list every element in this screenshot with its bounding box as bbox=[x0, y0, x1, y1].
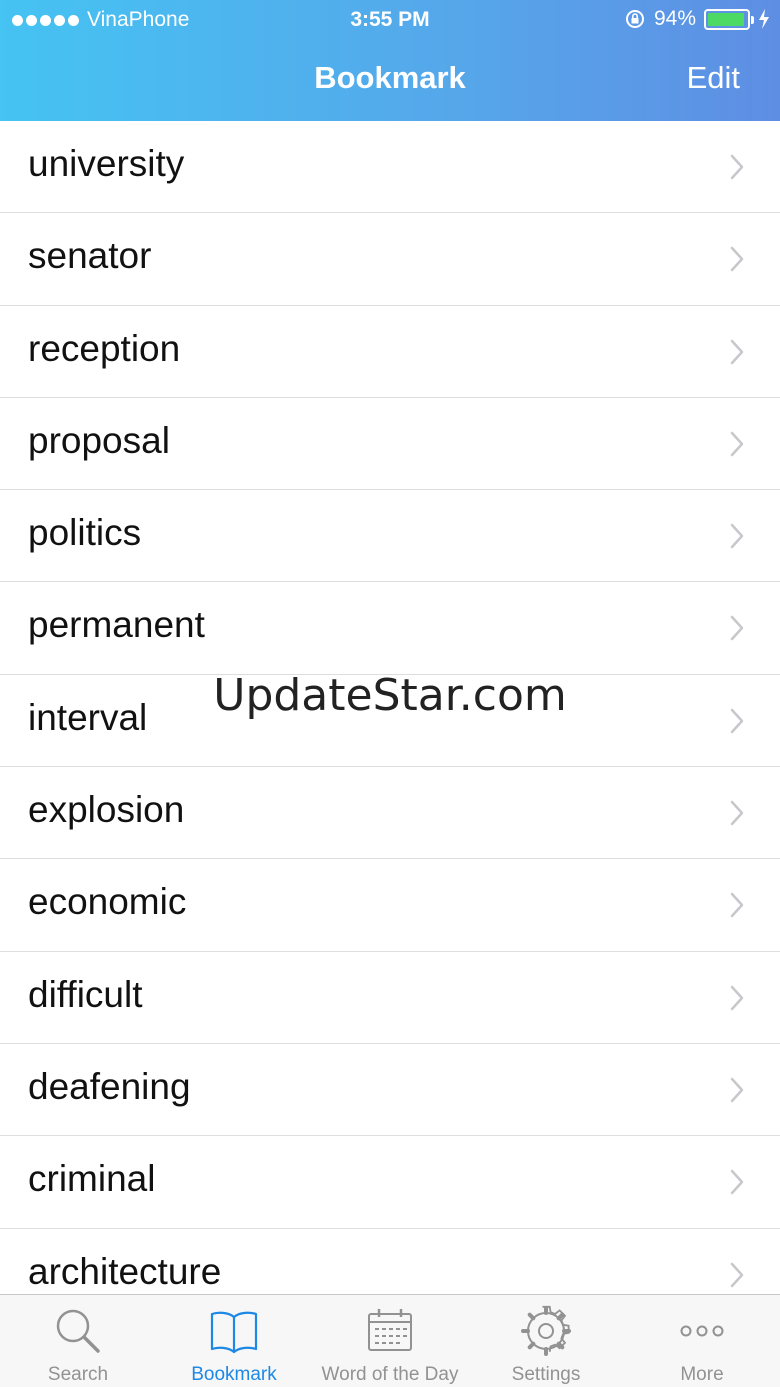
chevron-right-icon bbox=[730, 523, 744, 549]
chevron-right-icon bbox=[730, 893, 744, 918]
bookmark-row[interactable]: explosion bbox=[0, 767, 780, 860]
bookmark-word: politics bbox=[28, 512, 142, 554]
status-bar: VinaPhone 3:55 PM 94% bbox=[0, 0, 780, 40]
status-right: 94% bbox=[624, 7, 770, 31]
bookmark-row[interactable]: senator bbox=[0, 213, 780, 306]
chevron-right-icon bbox=[730, 616, 744, 641]
chevron-right-icon bbox=[730, 1170, 744, 1195]
chevron-right-icon bbox=[730, 339, 744, 364]
chevron-right-icon bbox=[730, 985, 744, 1010]
bookmark-word: reception bbox=[28, 327, 181, 369]
header: VinaPhone 3:55 PM 94% Bookmark Edit bbox=[0, 0, 780, 121]
chevron-right-icon bbox=[730, 431, 744, 457]
chevron-right-icon bbox=[730, 247, 744, 272]
bookmark-word: criminal bbox=[28, 1158, 156, 1200]
bookmark-row[interactable]: economic bbox=[0, 859, 780, 952]
bookmark-row[interactable]: architecture bbox=[0, 1229, 780, 1294]
battery-percent: 94% bbox=[653, 7, 696, 30]
bookmark-word: deafening bbox=[28, 1065, 191, 1107]
charging-icon bbox=[759, 9, 769, 29]
chevron-right-icon bbox=[730, 1077, 744, 1103]
calendar-icon bbox=[368, 1309, 412, 1351]
tab-label: Word of the Day bbox=[321, 1364, 459, 1385]
battery-icon bbox=[704, 8, 754, 30]
tab-label: Bookmark bbox=[191, 1364, 277, 1385]
tab-bar: Search Bookmark Word of the Day Settings… bbox=[0, 1294, 780, 1387]
search-icon bbox=[56, 1309, 100, 1353]
bookmark-word: interval bbox=[28, 696, 148, 738]
bookmark-row[interactable]: deafening bbox=[0, 1044, 780, 1137]
bookmark-word: architecture bbox=[28, 1250, 222, 1292]
chevron-right-icon bbox=[730, 1262, 744, 1287]
tab-label: Search bbox=[47, 1364, 109, 1385]
tab-bookmark[interactable]: Bookmark bbox=[156, 1295, 312, 1387]
bookmark-row[interactable]: university bbox=[0, 121, 780, 214]
book-icon bbox=[210, 1311, 258, 1354]
more-icon bbox=[680, 1325, 724, 1337]
chevron-right-icon bbox=[730, 800, 744, 826]
tab-more[interactable]: More bbox=[624, 1295, 780, 1387]
bookmark-row[interactable]: permanent bbox=[0, 582, 780, 675]
bookmark-word: university bbox=[28, 143, 185, 184]
tab-label: More bbox=[680, 1364, 724, 1385]
bookmark-word: economic bbox=[28, 881, 187, 923]
bookmark-row[interactable]: reception bbox=[0, 306, 780, 398]
tab-search[interactable]: Search bbox=[0, 1295, 156, 1387]
tab-label: Settings bbox=[511, 1364, 581, 1385]
bookmark-list: university senator reception proposal politi… bbox=[0, 121, 780, 1294]
gear-icon bbox=[521, 1305, 571, 1356]
bookmark-word: explosion bbox=[28, 789, 185, 831]
chevron-right-icon bbox=[730, 154, 744, 180]
tab-settings[interactable]: Settings bbox=[468, 1295, 624, 1387]
bookmark-row[interactable]: difficult bbox=[0, 952, 780, 1044]
tab-word-of-the-day[interactable]: Word of the Day bbox=[312, 1295, 468, 1387]
bookmark-word: proposal bbox=[28, 419, 170, 461]
bookmark-row[interactable]: politics bbox=[0, 490, 780, 583]
chevron-right-icon bbox=[730, 708, 744, 734]
bookmark-row[interactable]: criminal bbox=[0, 1136, 780, 1229]
page-title: Bookmark bbox=[314, 60, 466, 95]
battery-fill bbox=[708, 12, 744, 26]
bookmark-word: senator bbox=[28, 235, 152, 277]
bookmark-word: permanent bbox=[28, 604, 205, 646]
rotation-lock-icon bbox=[625, 10, 644, 28]
bookmark-word: difficult bbox=[28, 973, 143, 1015]
bookmark-row[interactable]: proposal bbox=[0, 398, 780, 491]
bookmark-row[interactable]: interval bbox=[0, 675, 780, 768]
edit-button[interactable]: Edit bbox=[687, 60, 740, 96]
